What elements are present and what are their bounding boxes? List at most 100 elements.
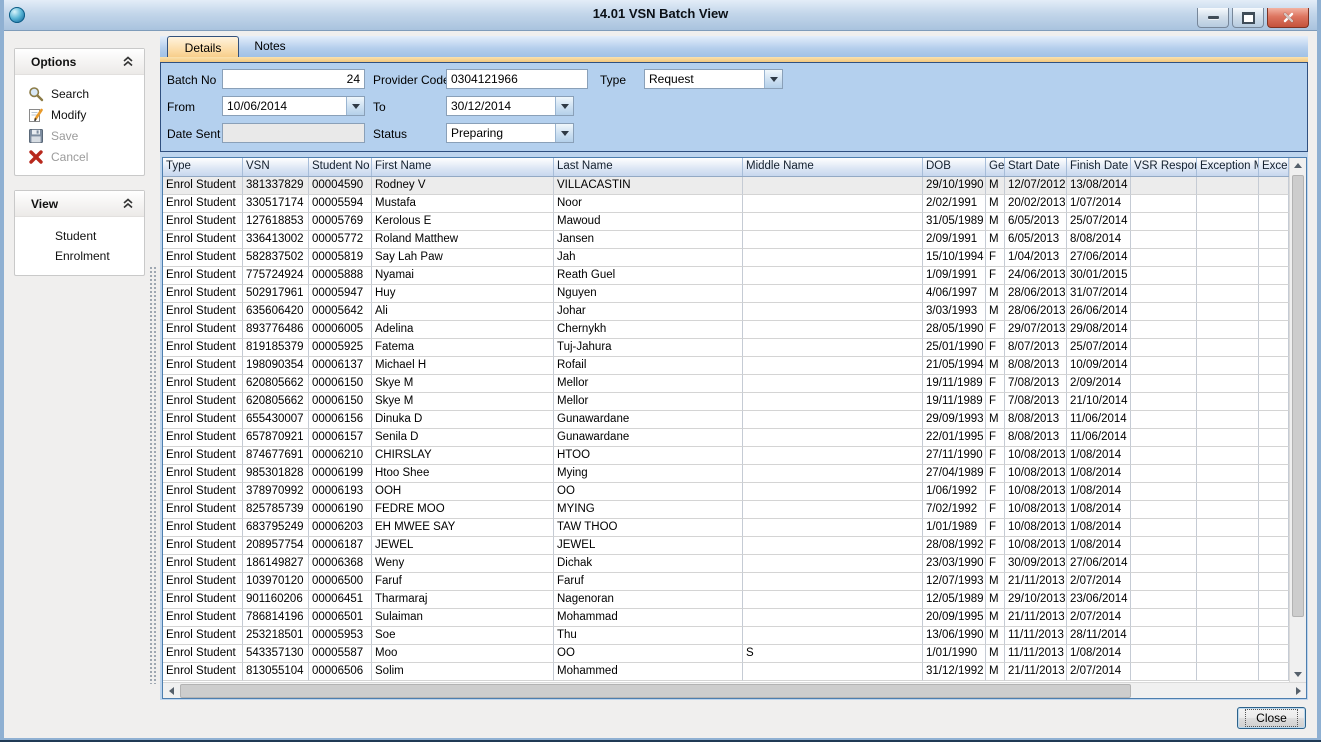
grid-cell[interactable]: F <box>986 555 1005 573</box>
grid-cell[interactable]: Enrol Student <box>163 663 243 681</box>
grid-cell[interactable] <box>743 483 923 501</box>
grid-cell[interactable]: 1/08/2014 <box>1067 447 1131 465</box>
column-header[interactable]: Type <box>163 158 243 176</box>
grid-row[interactable]: Enrol Student81305510400006506SolimMoham… <box>163 663 1289 681</box>
grid-cell[interactable]: 12/07/1993 <box>923 573 986 591</box>
grid-cell[interactable]: M <box>986 231 1005 249</box>
grid-cell[interactable]: Enrol Student <box>163 393 243 411</box>
grid-cell[interactable]: 19/11/1989 <box>923 375 986 393</box>
grid-cell[interactable]: Reath Guel <box>554 267 743 285</box>
grid-cell[interactable]: 00005947 <box>309 285 372 303</box>
grid-cell[interactable]: Rofail <box>554 357 743 375</box>
grid-cell[interactable] <box>1259 501 1289 519</box>
grid-cell[interactable] <box>1197 177 1259 195</box>
grid-cell[interactable]: 29/10/1990 <box>923 177 986 195</box>
grid-cell[interactable]: Mohammed <box>554 663 743 681</box>
grid-cell[interactable]: Chernykh <box>554 321 743 339</box>
column-header[interactable]: Gen <box>986 158 1005 176</box>
grid-cell[interactable] <box>743 267 923 285</box>
grid-cell[interactable]: Adelina <box>372 321 554 339</box>
vertical-scroll-thumb[interactable] <box>1292 175 1304 617</box>
grid-cell[interactable]: 12/05/1989 <box>923 591 986 609</box>
grid-row[interactable]: Enrol Student18614982700006368WenyDichak… <box>163 555 1289 573</box>
grid-cell[interactable]: 1/08/2014 <box>1067 519 1131 537</box>
grid-cell[interactable] <box>1259 375 1289 393</box>
grid-cell[interactable]: 31/12/1992 <box>923 663 986 681</box>
grid-cell[interactable]: 657870921 <box>243 429 309 447</box>
grid-cell[interactable]: 985301828 <box>243 465 309 483</box>
grid-cell[interactable]: Enrol Student <box>163 519 243 537</box>
grid-cell[interactable] <box>1197 303 1259 321</box>
grid-cell[interactable] <box>1259 663 1289 681</box>
grid-cell[interactable]: OO <box>554 483 743 501</box>
grid-cell[interactable] <box>1131 321 1197 339</box>
grid-cell[interactable]: Enrol Student <box>163 573 243 591</box>
grid-cell[interactable] <box>1131 357 1197 375</box>
horizontal-scrollbar[interactable] <box>163 682 1306 698</box>
view-panel-header[interactable]: View <box>15 191 144 217</box>
grid-cell[interactable] <box>1259 339 1289 357</box>
grid-cell[interactable]: 22/01/1995 <box>923 429 986 447</box>
grid-cell[interactable]: 10/08/2013 <box>1005 519 1067 537</box>
grid-cell[interactable] <box>1259 573 1289 591</box>
grid-cell[interactable]: Faruf <box>554 573 743 591</box>
scroll-down-button[interactable] <box>1290 667 1306 682</box>
grid-cell[interactable]: Enrol Student <box>163 357 243 375</box>
grid-cell[interactable]: 00006203 <box>309 519 372 537</box>
sidebar-item-student[interactable]: Student <box>15 226 144 246</box>
grid-cell[interactable]: Jansen <box>554 231 743 249</box>
grid-cell[interactable] <box>1259 537 1289 555</box>
grid-cell[interactable]: 10/08/2013 <box>1005 501 1067 519</box>
grid-cell[interactable]: 00005953 <box>309 627 372 645</box>
grid-cell[interactable] <box>1131 303 1197 321</box>
grid-cell[interactable]: Huy <box>372 285 554 303</box>
grid-cell[interactable]: 25/07/2014 <box>1067 339 1131 357</box>
column-header[interactable]: Exception M <box>1197 158 1259 176</box>
grid-cell[interactable]: F <box>986 519 1005 537</box>
grid-cell[interactable]: 1/08/2014 <box>1067 465 1131 483</box>
grid-cell[interactable]: Dinuka D <box>372 411 554 429</box>
grid-cell[interactable]: Enrol Student <box>163 411 243 429</box>
grid-cell[interactable]: 25/01/1990 <box>923 339 986 357</box>
grid-cell[interactable] <box>743 303 923 321</box>
grid-cell[interactable] <box>1197 195 1259 213</box>
grid-cell[interactable]: 00006190 <box>309 501 372 519</box>
grid-row[interactable]: Enrol Student10397012000006500FarufFaruf… <box>163 573 1289 591</box>
grid-row[interactable]: Enrol Student82578573900006190FEDRE MOOM… <box>163 501 1289 519</box>
grid-cell[interactable]: FEDRE MOO <box>372 501 554 519</box>
grid-cell[interactable]: 00006501 <box>309 609 372 627</box>
grid-cell[interactable]: 29/10/2013 <box>1005 591 1067 609</box>
grid-cell[interactable]: Ali <box>372 303 554 321</box>
grid-cell[interactable]: 2/07/2014 <box>1067 573 1131 591</box>
grid-cell[interactable]: 25/07/2014 <box>1067 213 1131 231</box>
grid-cell[interactable] <box>1197 627 1259 645</box>
grid-cell[interactable]: MYING <box>554 501 743 519</box>
grid-cell[interactable] <box>1197 357 1259 375</box>
grid-cell[interactable]: Enrol Student <box>163 303 243 321</box>
grid-cell[interactable]: 21/10/2014 <box>1067 393 1131 411</box>
column-header[interactable]: First Name <box>372 158 554 176</box>
column-header[interactable]: Middle Name <box>743 158 923 176</box>
grid-cell[interactable]: Dichak <box>554 555 743 573</box>
grid-cell[interactable]: Mellor <box>554 375 743 393</box>
grid-row[interactable]: Enrol Student50291796100005947HuyNguyen4… <box>163 285 1289 303</box>
grid-cell[interactable]: 00006500 <box>309 573 372 591</box>
grid-cell[interactable]: 10/09/2014 <box>1067 357 1131 375</box>
grid-cell[interactable]: F <box>986 501 1005 519</box>
grid-cell[interactable]: M <box>986 591 1005 609</box>
grid-cell[interactable]: 00006157 <box>309 429 372 447</box>
grid-cell[interactable]: 1/09/1991 <box>923 267 986 285</box>
grid-cell[interactable]: 29/09/1993 <box>923 411 986 429</box>
grid-cell[interactable] <box>1259 609 1289 627</box>
grid-cell[interactable]: Enrol Student <box>163 213 243 231</box>
grid-cell[interactable]: OO <box>554 645 743 663</box>
column-header[interactable]: Exce <box>1259 158 1289 176</box>
grid-cell[interactable] <box>743 249 923 267</box>
collapse-chevron-icon[interactable] <box>122 56 134 67</box>
grid-cell[interactable] <box>1197 321 1259 339</box>
grid-row[interactable]: Enrol Student65543000700006156Dinuka DGu… <box>163 411 1289 429</box>
grid-cell[interactable]: 00006187 <box>309 537 372 555</box>
grid-cell[interactable]: 786814196 <box>243 609 309 627</box>
chevron-down-icon[interactable] <box>346 97 364 115</box>
grid-cell[interactable]: 00005594 <box>309 195 372 213</box>
